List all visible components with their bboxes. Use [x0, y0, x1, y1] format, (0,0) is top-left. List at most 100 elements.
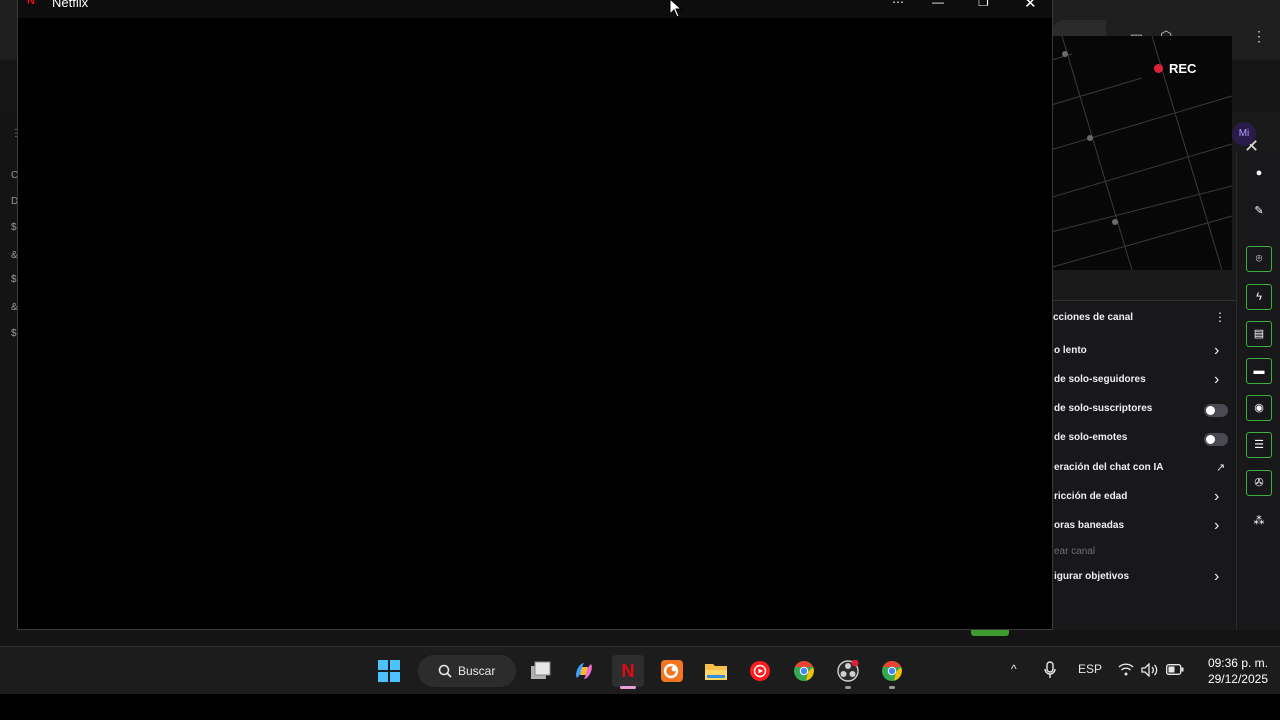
chat-settings-panel: cciones de canal ⋮ o lento › de solo-seg… — [1050, 300, 1236, 646]
obs-studio-button[interactable] — [832, 655, 864, 689]
volume-icon[interactable] — [1141, 663, 1159, 677]
clock-date: 29/12/2025 — [1207, 672, 1268, 686]
netflix-window: N Netflix ⋯ — ❐ ✕ — [17, 0, 1053, 630]
toggle-knob — [1206, 406, 1215, 415]
setting-row-followers-only[interactable]: de solo-seguidores › — [1050, 370, 1236, 392]
emotes-only-toggle[interactable] — [1204, 433, 1228, 446]
edge-glyph: $ — [11, 328, 17, 339]
chrome-button-2[interactable] — [876, 655, 908, 689]
youtube-music-button[interactable] — [744, 655, 776, 687]
chrome-icon — [882, 661, 902, 681]
search-label: Buscar — [458, 664, 496, 678]
microphone-icon[interactable] — [1044, 661, 1056, 679]
edge-glyph: $ — [11, 274, 17, 285]
layout-icon[interactable]: ☰ — [1246, 432, 1272, 458]
maximize-button[interactable]: ❐ — [978, 0, 989, 9]
more-icon[interactable]: ⋯ — [892, 0, 904, 9]
copilot-button[interactable] — [568, 655, 600, 687]
broadcast-icon[interactable]: ◉ — [1246, 395, 1272, 421]
toggle-knob — [1206, 435, 1215, 444]
setting-row-age-restriction[interactable]: ricción de edad › — [1050, 487, 1236, 509]
setting-label: igurar objetivos — [1054, 571, 1130, 582]
right-toolbar: ● ✎ ⌾ ϟ ▤ ▬ ◉ ☰ ✇ ⁂ — [1236, 152, 1280, 646]
info-icon[interactable]: ● — [1246, 160, 1272, 186]
search-icon — [438, 664, 452, 678]
setting-label: de solo-emotes — [1054, 432, 1128, 443]
browser-menu-icon[interactable]: ⋮ — [1252, 28, 1266, 45]
input-language[interactable]: ESP — [1078, 662, 1102, 676]
setting-label: oras baneadas — [1054, 520, 1125, 531]
setting-row-emotes-only: de solo-emotes — [1050, 428, 1236, 450]
panel-title: cciones de canal — [1053, 312, 1134, 323]
more-options-icon[interactable]: ⋮ — [1214, 310, 1226, 324]
background-bottom-strip — [0, 630, 1280, 646]
setting-label: o lento — [1054, 345, 1087, 356]
taskbar-search[interactable]: Buscar — [418, 655, 516, 687]
task-view-icon — [531, 661, 551, 679]
focus-icon[interactable]: ⌾ — [1246, 246, 1272, 272]
edge-glyph: $ — [11, 222, 17, 233]
setting-row-ai-moderation[interactable]: eración del chat con IA ↗ — [1050, 458, 1236, 480]
folder-icon — [705, 664, 727, 680]
system-clock[interactable]: 09:36 p. m. 29/12/2025 — [1192, 655, 1268, 687]
copilot-icon — [576, 663, 592, 679]
setting-row-configure-goals[interactable]: igurar objetivos › — [1050, 567, 1236, 589]
desktop: ▭ ⬡ ⋮ ✕ ⋮ C D $ & $ & $ Mi — [0, 0, 1280, 646]
mouse-cursor-icon — [669, 0, 683, 18]
chevron-right-icon: › — [1214, 517, 1220, 534]
external-link-icon: ↗ — [1216, 462, 1226, 474]
taskbar: Buscar N ^ ESP 09:36 p. m. 29/12/2025 — [0, 646, 1280, 694]
setting-label: ricción de edad — [1054, 491, 1128, 502]
show-hidden-icons-chevron[interactable]: ^ — [1011, 662, 1017, 676]
task-view-button[interactable] — [524, 655, 556, 687]
record-dot-icon — [1154, 64, 1163, 73]
netflix-content-area[interactable] — [18, 18, 1052, 629]
youtube-music-icon — [750, 661, 770, 681]
rec-indicator: REC — [1154, 61, 1196, 76]
setting-label: de solo-seguidores — [1054, 374, 1146, 385]
netflix-app-icon: N — [621, 660, 635, 681]
setting-row-slow-mode[interactable]: o lento › — [1050, 341, 1236, 363]
rec-label: REC — [1169, 61, 1197, 76]
pencil-icon[interactable]: ✎ — [1246, 198, 1272, 224]
chrome-icon — [794, 661, 814, 681]
setting-label: ear canal — [1054, 546, 1096, 557]
minimize-button[interactable]: — — [932, 0, 944, 9]
netflix-titlebar[interactable]: N Netflix ⋯ — ❐ ✕ — [18, 0, 1052, 18]
file-explorer-button[interactable] — [700, 655, 732, 687]
obs-icon — [837, 660, 859, 682]
setting-row-create-channel: ear canal — [1050, 542, 1236, 564]
wrench-icon[interactable]: ✇ — [1246, 470, 1272, 496]
chat-icon[interactable]: ▬ — [1246, 358, 1272, 384]
chrome-button[interactable] — [788, 655, 820, 687]
background-left-edge: ⋮ C D $ & $ & $ — [0, 112, 21, 632]
share-icon[interactable]: ⁂ — [1246, 508, 1272, 534]
netflix-logo-icon: N — [27, 0, 35, 7]
running-indicator — [620, 686, 636, 689]
clock-time: 09:36 p. m. — [1207, 656, 1268, 670]
setting-label: de solo-suscriptores — [1054, 403, 1153, 414]
close-button[interactable]: ✕ — [1024, 0, 1037, 12]
setting-row-subscribers-only: de solo-suscriptores — [1050, 399, 1236, 421]
running-indicator — [889, 686, 895, 689]
bolt-icon[interactable]: ϟ — [1246, 284, 1272, 310]
screen-bottom-border — [0, 694, 1280, 720]
setting-row-banned-words[interactable]: oras baneadas › — [1050, 516, 1236, 538]
setting-label: eración del chat con IA — [1054, 462, 1164, 473]
chevron-right-icon: › — [1214, 371, 1220, 388]
battery-icon[interactable] — [1166, 664, 1184, 675]
crunchyroll-icon — [661, 660, 683, 682]
green-action-button[interactable] — [971, 630, 1009, 636]
running-indicator — [845, 686, 851, 689]
chevron-right-icon: › — [1214, 342, 1220, 359]
wifi-icon[interactable] — [1118, 663, 1134, 676]
avatar[interactable]: Mi — [1232, 122, 1256, 146]
chevron-right-icon: › — [1214, 488, 1220, 505]
crunchyroll-button[interactable] — [656, 655, 688, 687]
start-button[interactable] — [373, 655, 405, 687]
windows-logo-icon — [378, 660, 400, 682]
netflix-taskbar-button[interactable]: N — [612, 655, 644, 689]
subscribers-only-toggle[interactable] — [1204, 404, 1228, 417]
list-icon[interactable]: ▤ — [1246, 321, 1272, 347]
chevron-right-icon: › — [1214, 568, 1220, 585]
